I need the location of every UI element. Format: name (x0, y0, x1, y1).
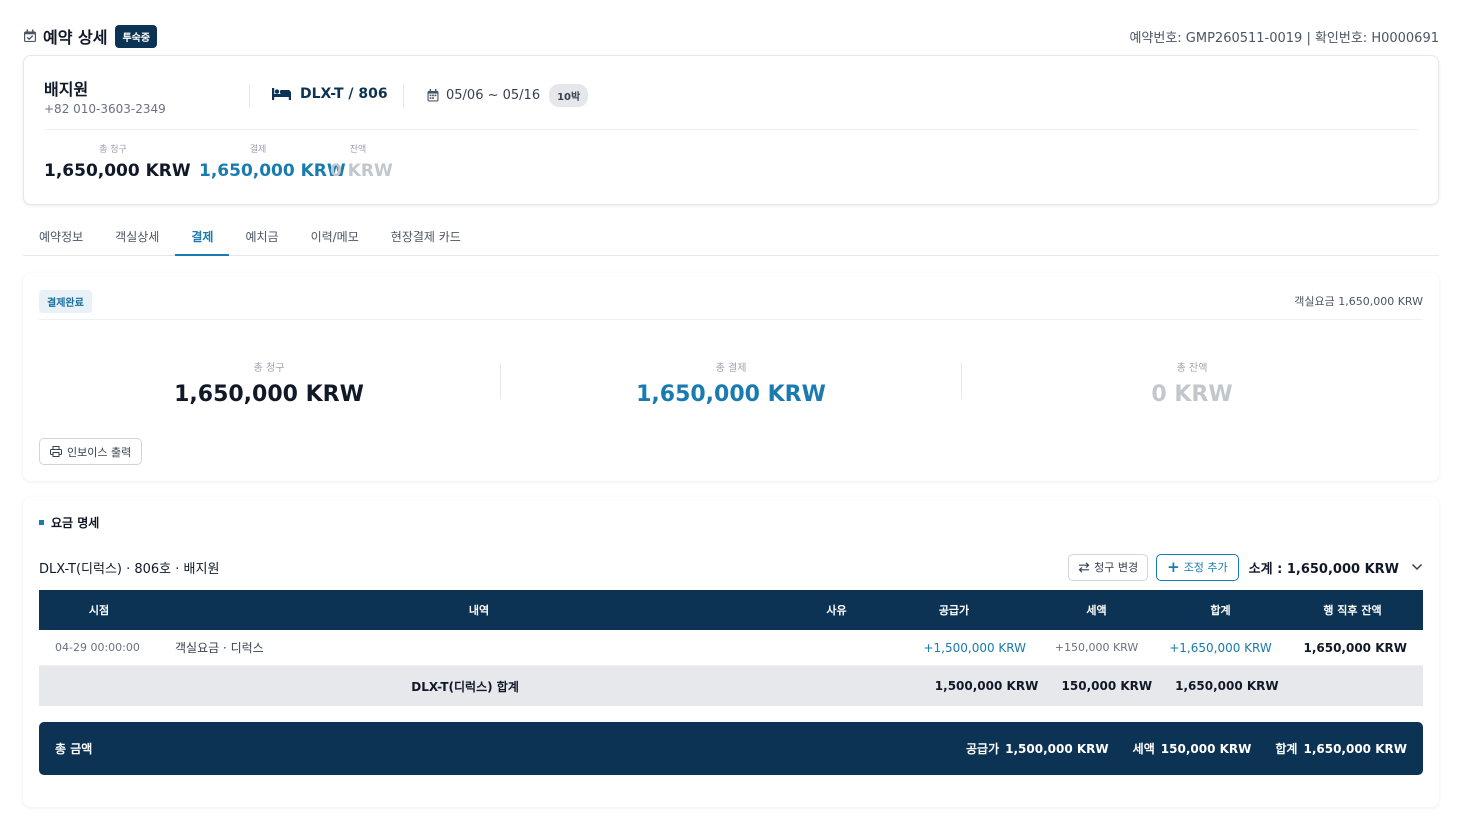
bed-icon (272, 88, 291, 100)
col-tax: 세액 (1086, 604, 1107, 617)
group-subtotal: 소계 : 1,650,000 KRW (1248, 561, 1399, 577)
room-group-header: DLX-T(디럭스) · 806호 · 배지원 청구 변경 + 조정 추가 소계… (39, 547, 1423, 587)
total-paid-big-stat: 총 결제 1,650,000 KRW (501, 359, 961, 407)
booking-summary-card: 배지원 +82 010-3603-2349 DLX-T / 806 05/06 … (23, 55, 1439, 205)
col-balance: 행 직후 잔액 (1323, 604, 1382, 617)
total-charge-stat: 총 청구 1,650,000 KRW (44, 142, 191, 181)
divider (44, 129, 1418, 130)
total-balance-big-stat: 총 잔액 0 KRW (962, 359, 1422, 407)
section-marker (39, 520, 44, 525)
grand-total-value: 1,650,000 KRW (1303, 742, 1407, 756)
fee-details-panel: 요금 명세 DLX-T(디럭스) · 806호 · 배지원 청구 변경 + 조정… (23, 497, 1439, 807)
stay-dates: 05/06 ~ 05/16 (446, 88, 541, 103)
paid-value: 1,650,000 KRW (199, 161, 346, 181)
group-sum-row: DLX-T(디럭스) 합계 1,500,000 KRW 150,000 KRW … (39, 666, 1423, 706)
total-charge-value: 1,650,000 KRW (44, 161, 191, 181)
row-time: 04-29 00:00:00 (55, 641, 140, 654)
tab-payment[interactable]: 결제 (175, 218, 230, 256)
page-header: 예약 상세 투숙중 예약번호: GMP260511-0019 | 확인번호: H… (23, 24, 1439, 48)
room-group-title: DLX-T(디럭스) · 806호 · 배지원 (39, 561, 220, 577)
page-title: 예약 상세 (43, 28, 108, 47)
fee-section-title: 요금 명세 (39, 514, 99, 531)
col-time: 시점 (88, 604, 110, 617)
tab-onsite-card[interactable]: 현장결제 카드 (375, 218, 477, 256)
group-sum-supply: 1,500,000 KRW (934, 679, 1039, 693)
grand-supply: 공급가 1,500,000 KRW (966, 740, 1109, 757)
room-info: DLX-T / 806 (272, 86, 388, 102)
total-charge-big-value: 1,650,000 KRW (174, 382, 364, 407)
swap-arrows-icon (1078, 561, 1090, 573)
fee-table: 시점 내역 사유 공급가 세액 합계 행 직후 잔액 04-29 00:00:0… (39, 590, 1423, 706)
grand-supply-value: 1,500,000 KRW (1005, 742, 1109, 756)
row-total: +1,650,000 KRW (1169, 640, 1272, 655)
payment-panel: 결제완료 객실요금 1,650,000 KRW 총 청구 1,650,000 K… (23, 273, 1439, 481)
tab-room-details[interactable]: 객실상세 (99, 218, 175, 256)
balance-stat: 잔액 0 KRW (330, 142, 393, 181)
grand-total-bar: 총 금액 공급가 1,500,000 KRW 세액 150,000 KRW 합계 1,… (39, 722, 1423, 775)
total-charge-label: 총 청구 (99, 145, 127, 155)
grand-total-items: 공급가 1,500,000 KRW 세액 150,000 KRW 합계 1,650,0… (966, 740, 1407, 757)
divider (39, 319, 1423, 320)
table-header-row: 시점 내역 사유 공급가 세액 합계 행 직후 잔액 (39, 590, 1423, 630)
calendar-icon (427, 89, 439, 102)
fee-section-label: 요금 명세 (51, 516, 100, 530)
group-actions: 청구 변경 + 조정 추가 소계 : 1,650,000 KRW (1068, 553, 1423, 581)
chevron-down-icon[interactable] (1411, 563, 1423, 571)
change-billing-button[interactable]: 청구 변경 (1068, 553, 1149, 581)
guest-phone: +82 010-3603-2349 (44, 102, 166, 116)
group-sum-tax: 150,000 KRW (1061, 679, 1153, 693)
print-invoice-label: 인보이스 출력 (67, 445, 132, 459)
total-paid-big-value: 1,650,000 KRW (636, 382, 826, 407)
payment-status-badge: 결제완료 (39, 290, 92, 313)
paid-label: 결제 (249, 145, 267, 155)
row-tax: +150,000 KRW (1054, 641, 1139, 654)
row-balance: 1,650,000 KRW (1303, 640, 1407, 655)
room-label: DLX-T / 806 (300, 86, 388, 102)
group-sum-label: DLX-T(디럭스) 합계 (411, 679, 519, 694)
tab-history-memo[interactable]: 이력/메모 (295, 218, 375, 256)
print-invoice-button[interactable]: 인보이스 출력 (39, 438, 143, 465)
change-billing-label: 청구 변경 (1094, 561, 1139, 574)
col-supply: 공급가 (938, 604, 970, 617)
calendar-check-icon (24, 29, 36, 42)
tab-bar: 예약정보 객실상세 결제 예치금 이력/메모 현장결제 카드 (23, 218, 1439, 256)
printer-icon (50, 446, 62, 457)
add-adjustment-button[interactable]: + 조정 추가 (1156, 553, 1239, 581)
grand-tax-key: 세액 (1132, 742, 1155, 756)
room-charge-text: 객실요금 1,650,000 KRW (1294, 295, 1423, 308)
total-charge-big-stat: 총 청구 1,650,000 KRW (39, 359, 499, 407)
grand-total: 합계 1,650,000 KRW (1275, 740, 1407, 757)
tab-booking-info[interactable]: 예약정보 (23, 218, 99, 256)
col-detail: 내역 (468, 604, 490, 617)
grand-tax-value: 150,000 KRW (1160, 742, 1252, 756)
row-supply: +1,500,000 KRW (923, 640, 1026, 655)
add-adjustment-label: 조정 추가 (1183, 561, 1228, 574)
total-charge-big-label: 총 청구 (253, 363, 285, 374)
divider (403, 84, 404, 108)
plus-icon: + (1167, 558, 1180, 576)
total-balance-big-value: 0 KRW (1151, 382, 1233, 407)
balance-value: 0 KRW (330, 161, 393, 181)
grand-total-label: 총 금액 (55, 742, 93, 756)
paid-stat: 결제 1,650,000 KRW (199, 142, 346, 181)
booking-ids: 예약번호: GMP260511-0019 | 확인번호: H0000691 (1129, 30, 1439, 46)
col-total: 합계 (1210, 604, 1231, 617)
grand-total-key: 합계 (1275, 742, 1298, 756)
grand-supply-key: 공급가 (966, 742, 1000, 756)
total-paid-big-label: 총 결제 (715, 363, 747, 374)
balance-label: 잔액 (349, 145, 367, 155)
col-reason: 사유 (826, 604, 847, 617)
status-badge: 투숙중 (115, 24, 158, 48)
guest-name: 배지원 (44, 80, 89, 99)
nights-badge: 10박 (549, 84, 589, 107)
group-sum-total: 1,650,000 KRW (1175, 679, 1279, 693)
grand-tax: 세액 150,000 KRW (1133, 740, 1252, 757)
tab-deposit[interactable]: 예치금 (229, 218, 294, 256)
total-balance-big-label: 총 잔액 (1176, 363, 1208, 374)
row-detail: 객실요금 · 디럭스 (175, 641, 264, 655)
table-row: 04-29 00:00:00 객실요금 · 디럭스 +1,500,000 KRW… (39, 630, 1423, 666)
divider (249, 84, 250, 108)
stay-info: 05/06 ~ 05/16 10박 (427, 84, 589, 107)
